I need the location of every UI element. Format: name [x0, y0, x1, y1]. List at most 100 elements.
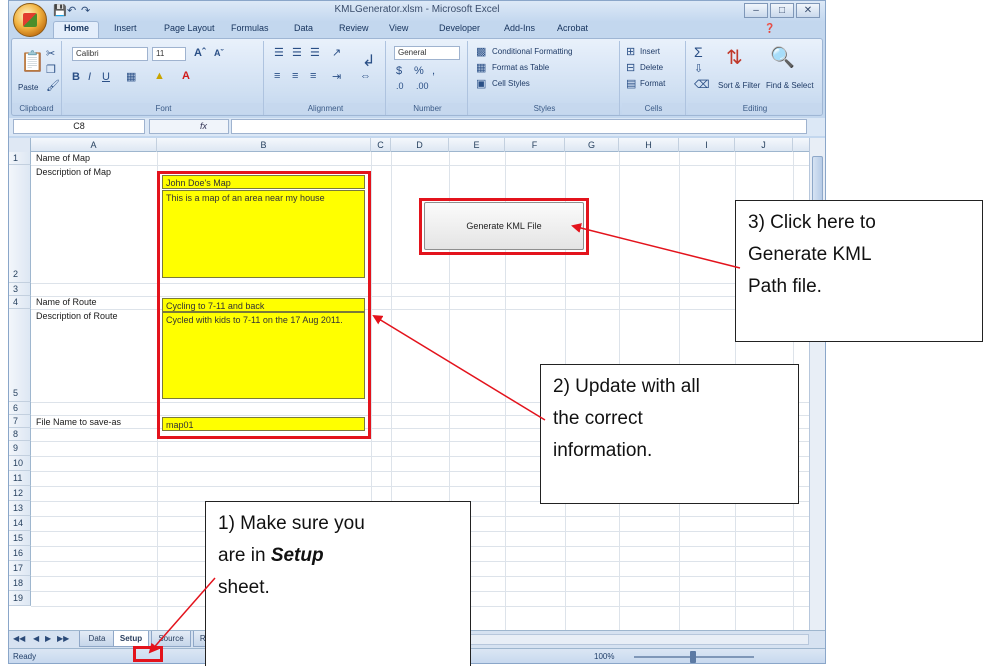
- sort-filter-button[interactable]: Sort & Filter: [718, 81, 760, 90]
- row-header-19[interactable]: 19: [9, 591, 31, 606]
- font-size-field[interactable]: 11: [152, 47, 186, 61]
- row-header-5[interactable]: 5: [9, 309, 31, 402]
- format-painter-icon[interactable]: 🖌: [46, 79, 60, 92]
- underline-icon[interactable]: U: [102, 71, 110, 83]
- sheet-tab-setup[interactable]: Setup: [113, 631, 149, 647]
- format-as-table-button[interactable]: Format as Table: [492, 63, 549, 72]
- align-left-icon[interactable]: ≡: [274, 70, 280, 82]
- sheet-tab-source[interactable]: Source: [151, 631, 191, 647]
- conditional-formatting-button[interactable]: Conditional Formatting: [492, 47, 572, 56]
- formula-input[interactable]: [231, 119, 807, 134]
- tab-acrobat[interactable]: Acrobat: [557, 23, 588, 33]
- row-header-4[interactable]: 4: [9, 296, 31, 309]
- indent-icon[interactable]: ⇥: [332, 70, 341, 83]
- row-header-17[interactable]: 17: [9, 561, 31, 576]
- fill-color-icon[interactable]: ▲: [154, 70, 165, 82]
- bold-icon[interactable]: B: [72, 71, 80, 83]
- comma-icon[interactable]: ,: [432, 65, 435, 77]
- find-select-button[interactable]: Find & Select: [766, 81, 814, 90]
- font-color-icon[interactable]: A: [182, 70, 190, 82]
- tab-add-ins[interactable]: Add-Ins: [504, 23, 535, 33]
- align-right-icon[interactable]: ≡: [310, 70, 316, 82]
- prev-sheet-icon[interactable]: ◀: [33, 634, 39, 643]
- cell-a7[interactable]: File Name to save-as: [36, 417, 121, 427]
- office-button[interactable]: [13, 3, 47, 37]
- delete-cells-button[interactable]: Delete: [640, 63, 663, 72]
- last-sheet-icon[interactable]: ▶▶: [57, 634, 69, 643]
- next-sheet-icon[interactable]: ▶: [45, 634, 51, 643]
- column-header-f[interactable]: F: [505, 138, 565, 152]
- paste-icon[interactable]: 📋: [20, 49, 45, 74]
- align-bottom-icon[interactable]: ☰: [310, 46, 320, 59]
- find-select-icon[interactable]: 🔍: [770, 45, 795, 70]
- font-name-field[interactable]: Calibri: [72, 47, 148, 61]
- tab-home[interactable]: Home: [64, 23, 89, 33]
- maximize-button[interactable]: □: [770, 3, 794, 18]
- column-header-i[interactable]: I: [679, 138, 735, 152]
- close-button[interactable]: ✕: [796, 3, 820, 18]
- row-header-14[interactable]: 14: [9, 516, 31, 531]
- orientation-icon[interactable]: ↗: [332, 46, 341, 59]
- sort-filter-icon[interactable]: ⇅: [726, 45, 743, 70]
- tab-review[interactable]: Review: [339, 23, 369, 33]
- tab-page-layout[interactable]: Page Layout: [164, 23, 215, 33]
- paste-label[interactable]: Paste: [18, 83, 38, 92]
- cell-a1[interactable]: Name of Map: [36, 153, 90, 163]
- column-header-b[interactable]: B: [157, 138, 371, 152]
- cell-a2[interactable]: Description of Map: [36, 167, 111, 177]
- format-table-icon[interactable]: ▦: [476, 61, 486, 74]
- merge-center-icon[interactable]: ⇔: [360, 70, 371, 82]
- tab-formulas[interactable]: Formulas: [231, 23, 269, 33]
- column-header-h[interactable]: H: [619, 138, 679, 152]
- row-header-7[interactable]: 7: [9, 415, 31, 428]
- row-header-10[interactable]: 10: [9, 456, 31, 471]
- wrap-text-icon[interactable]: ↲: [362, 51, 375, 71]
- row-header-12[interactable]: 12: [9, 486, 31, 501]
- fill-icon[interactable]: ⇩: [694, 62, 703, 75]
- decrease-decimal-icon[interactable]: .00: [416, 81, 429, 91]
- cell-styles-button[interactable]: Cell Styles: [492, 79, 530, 88]
- horizontal-scrollbar[interactable]: [449, 634, 809, 645]
- column-header-a[interactable]: A: [31, 138, 157, 152]
- row-header-16[interactable]: 16: [9, 546, 31, 561]
- format-cells-button[interactable]: Format: [640, 79, 665, 88]
- number-format-field[interactable]: General: [394, 46, 460, 60]
- row-header-2[interactable]: 2: [9, 165, 31, 283]
- conditional-formatting-icon[interactable]: ▩: [476, 45, 486, 58]
- insert-cells-button[interactable]: Insert: [640, 47, 660, 56]
- row-header-11[interactable]: 11: [9, 471, 31, 486]
- zoom-knob[interactable]: [690, 651, 696, 663]
- row-header-1[interactable]: 1: [9, 152, 31, 165]
- help-icon[interactable]: ❓: [764, 23, 775, 34]
- cell-styles-icon[interactable]: ▣: [476, 77, 486, 90]
- format-cells-icon[interactable]: ▤: [626, 77, 636, 90]
- column-header-j[interactable]: J: [735, 138, 793, 152]
- minimize-button[interactable]: –: [744, 3, 768, 18]
- column-header-c[interactable]: C: [371, 138, 391, 152]
- tab-insert[interactable]: Insert: [114, 23, 137, 33]
- insert-cells-icon[interactable]: ⊞: [626, 45, 635, 58]
- tab-developer[interactable]: Developer: [439, 23, 480, 33]
- align-middle-icon[interactable]: ☰: [292, 46, 302, 59]
- increase-decimal-icon[interactable]: .0: [396, 81, 404, 91]
- row-header-9[interactable]: 9: [9, 441, 31, 456]
- delete-cells-icon[interactable]: ⊟: [626, 61, 635, 74]
- autosum-icon[interactable]: Σ: [694, 44, 703, 60]
- row-header-8[interactable]: 8: [9, 428, 31, 441]
- tab-data[interactable]: Data: [294, 23, 313, 33]
- row-header-6[interactable]: 6: [9, 402, 31, 415]
- row-header-13[interactable]: 13: [9, 501, 31, 516]
- column-header-g[interactable]: G: [565, 138, 619, 152]
- currency-icon[interactable]: $: [396, 65, 402, 77]
- first-sheet-icon[interactable]: ◀◀: [13, 634, 25, 643]
- select-all-corner[interactable]: [9, 138, 31, 152]
- percent-icon[interactable]: %: [414, 65, 424, 77]
- column-header-e[interactable]: E: [449, 138, 505, 152]
- align-center-icon[interactable]: ≡: [292, 70, 298, 82]
- italic-icon[interactable]: I: [88, 71, 91, 83]
- sheet-tab-data[interactable]: Data: [79, 631, 115, 647]
- row-header-18[interactable]: 18: [9, 576, 31, 591]
- align-top-icon[interactable]: ☰: [274, 46, 284, 59]
- zoom-slider[interactable]: [634, 651, 754, 663]
- shrink-font-icon[interactable]: Aˇ: [214, 48, 224, 58]
